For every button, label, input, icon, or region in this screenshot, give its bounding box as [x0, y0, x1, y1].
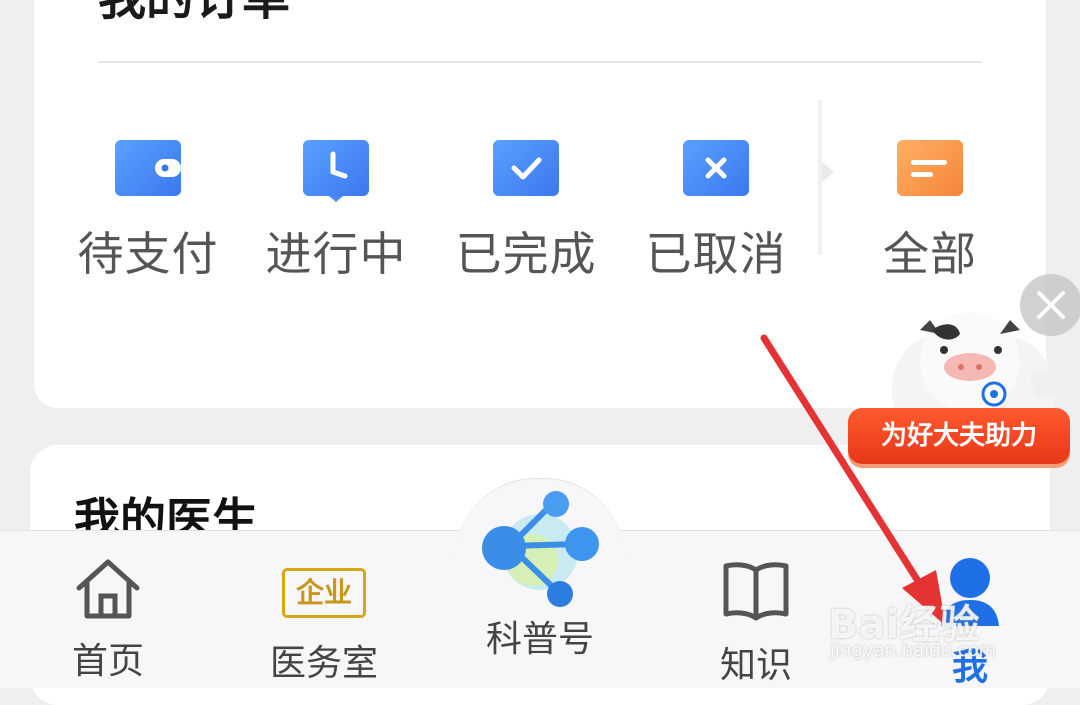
watermark-url: jingyan.baidu.com	[830, 640, 997, 661]
annotation-arrow	[760, 334, 946, 626]
